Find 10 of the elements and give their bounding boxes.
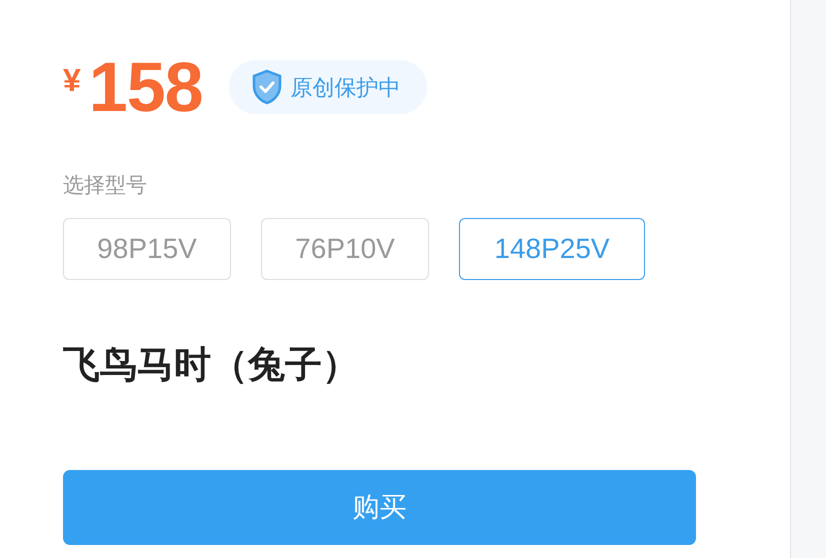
model-option[interactable]: 76P10V: [261, 218, 429, 280]
badge-label: 原创保护中: [290, 74, 401, 102]
model-label: 选择型号: [63, 173, 148, 199]
model-option[interactable]: 148P25V: [459, 218, 645, 280]
product-title: 飞鸟马时（兔子）: [63, 342, 360, 386]
model-option[interactable]: 98P15V: [63, 218, 231, 280]
price: 158: [88, 52, 203, 122]
shield-check-icon: [250, 69, 283, 105]
currency-symbol: ¥: [63, 61, 81, 100]
buy-button[interactable]: 购买: [63, 470, 696, 545]
